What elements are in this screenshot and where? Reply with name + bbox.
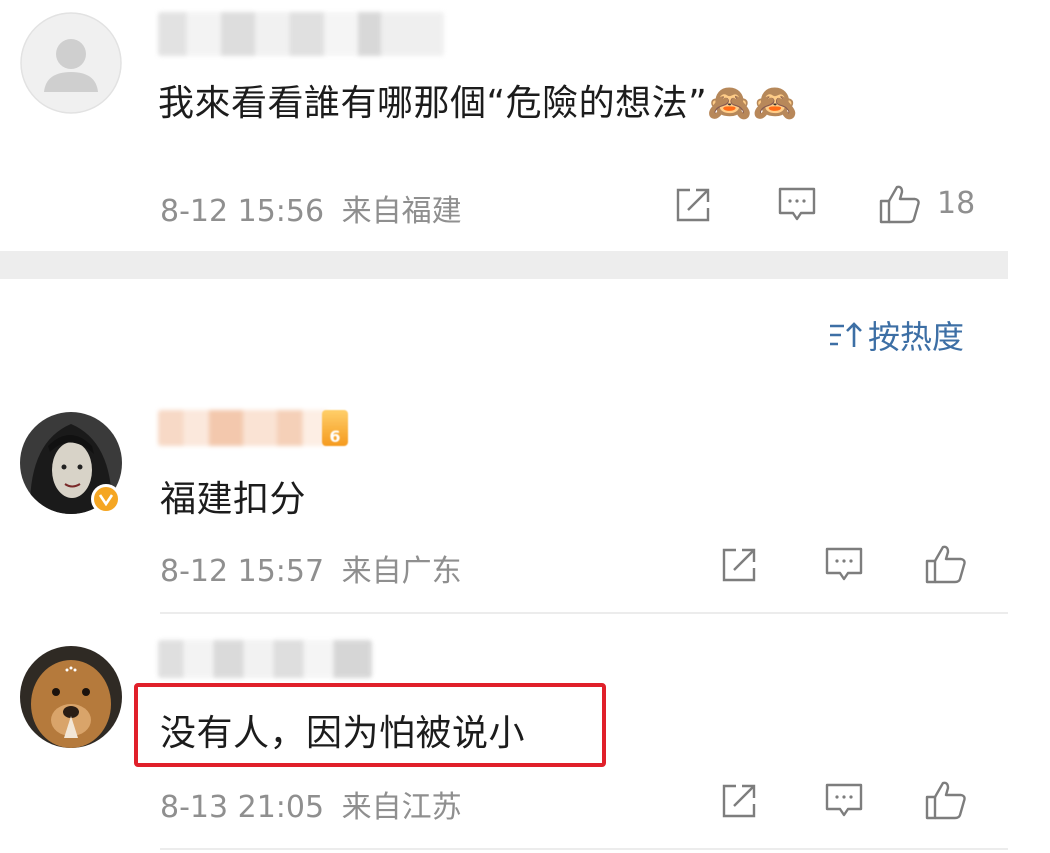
comment-meta: 8-13 21:05 来自江苏	[160, 782, 462, 826]
avatar-user[interactable]	[20, 646, 122, 748]
sort-icon	[830, 322, 862, 347]
share-icon	[676, 188, 710, 222]
comment-time: 8-12 15:56	[160, 194, 325, 229]
username-blurred[interactable]	[158, 640, 372, 678]
share-icon	[722, 548, 756, 582]
dog-avatar-icon	[20, 646, 122, 748]
avatar-default[interactable]	[20, 12, 122, 114]
share-button[interactable]	[674, 186, 714, 228]
thumbs-up-icon	[925, 545, 966, 584]
default-user-icon	[20, 12, 122, 114]
verified-icon	[98, 494, 114, 506]
comment-button[interactable]	[824, 546, 864, 588]
thumbs-up-icon	[925, 781, 966, 820]
section-separator	[0, 251, 1008, 279]
share-button[interactable]	[720, 782, 760, 824]
highlight-annotation	[134, 683, 606, 767]
comment-icon	[825, 783, 863, 817]
like-button[interactable]	[878, 183, 922, 229]
comment-time: 8-13 21:05	[160, 790, 325, 825]
like-button[interactable]	[924, 779, 968, 825]
share-icon	[722, 784, 756, 818]
share-button[interactable]	[720, 546, 760, 588]
comment-meta: 8-12 15:56 来自福建	[160, 186, 462, 230]
comment-meta: 8-12 15:57 来自广东	[160, 546, 462, 590]
comment-location: 来自福建	[341, 194, 462, 229]
comment-time: 8-12 15:57	[160, 554, 325, 589]
comment-feed: 我來看看誰有哪那個“危險的想法”🙈🙈 8-12 15:56 来自福建 18 按热…	[0, 0, 1050, 853]
sort-toggle[interactable]: 按热度	[828, 312, 964, 358]
username-blurred[interactable]	[158, 410, 328, 446]
comment-button[interactable]	[824, 782, 864, 824]
like-button[interactable]	[924, 543, 968, 589]
like-count: 18	[937, 186, 976, 221]
comment-text: 我來看看誰有哪那個“危險的想法”🙈🙈	[158, 83, 798, 124]
comment-location: 来自广东	[341, 554, 462, 589]
comment-icon	[825, 547, 863, 581]
comment-button[interactable]	[777, 186, 817, 228]
comment-divider	[160, 848, 1008, 850]
comment-icon	[778, 187, 816, 221]
level-badge: 6	[322, 410, 348, 446]
username-blurred[interactable]	[158, 12, 444, 56]
thumbs-up-icon	[879, 185, 920, 224]
comment-location: 来自江苏	[341, 790, 462, 825]
comment-text: 福建扣分	[160, 479, 307, 520]
verified-badge	[91, 484, 121, 514]
comment-divider	[160, 612, 1008, 614]
sort-label: 按热度	[868, 318, 965, 356]
